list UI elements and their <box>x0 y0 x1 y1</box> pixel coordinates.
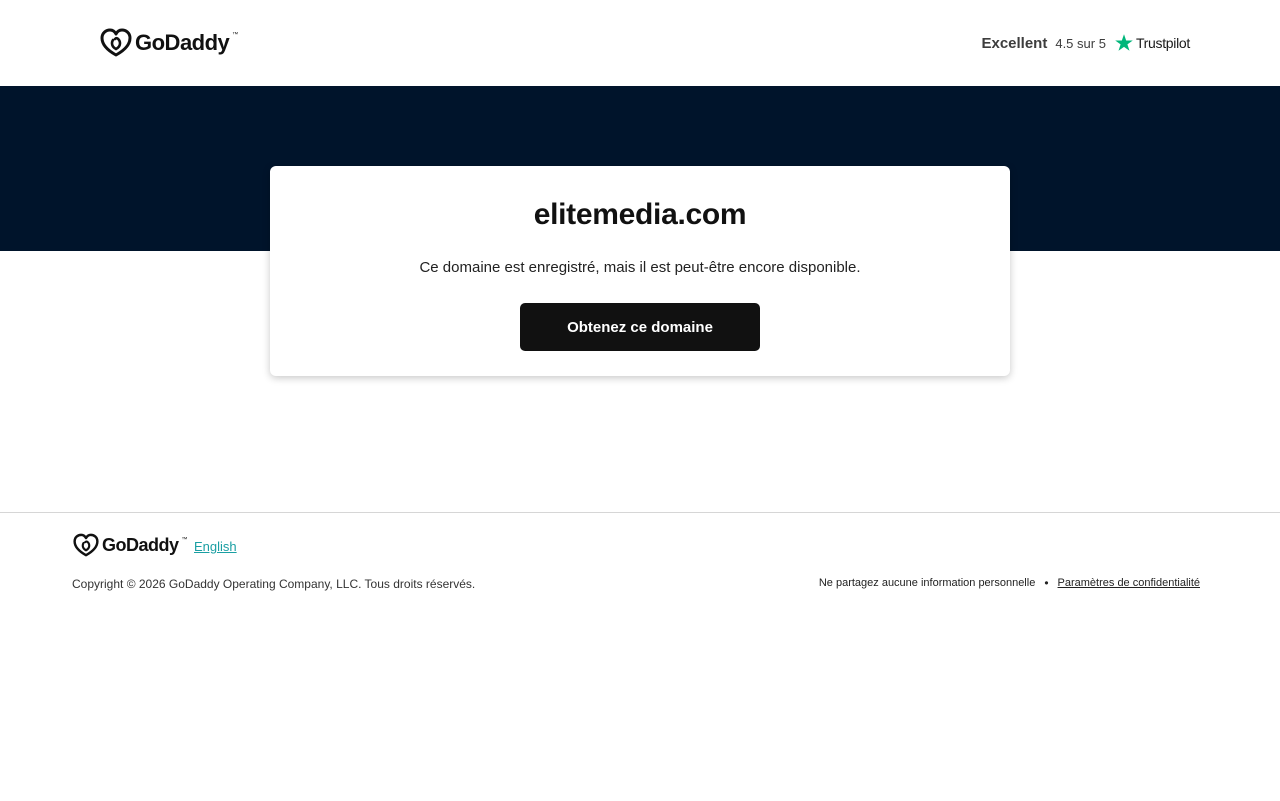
language-link[interactable]: English <box>194 539 237 554</box>
star-icon <box>1115 34 1133 51</box>
trustpilot-brand: Trustpilot <box>1135 35 1190 51</box>
domain-card: elitemedia.com Ce domaine est enregistré… <box>270 166 1010 376</box>
footer-links: Ne partagez aucune information personnel… <box>819 576 1200 590</box>
get-domain-button[interactable]: Obtenez ce domaine <box>520 303 760 351</box>
site-header: GoDaddy ™ Excellent 4.5 sur 5 Trustpilot <box>0 0 1280 86</box>
link-separator: • <box>1044 576 1049 590</box>
footer-logo-wordmark: GoDaddy <box>102 534 179 555</box>
trustpilot-rating[interactable]: Excellent 4.5 sur 5 Trustpilot <box>981 30 1190 56</box>
copyright-text: Copyright © 2026 GoDaddy Operating Compa… <box>72 577 476 591</box>
site-footer: GoDaddy ™ English Copyright © 2026 GoDad… <box>0 512 1280 801</box>
domain-status-message: Ce domaine est enregistré, mais il est p… <box>419 259 861 276</box>
godaddy-logo-icon <box>73 533 99 557</box>
trustpilot-rating-word: Excellent <box>981 34 1048 52</box>
privacy-settings-link[interactable]: Paramètres de confidentialité <box>1058 577 1200 589</box>
logo-wordmark: GoDaddy <box>135 29 230 55</box>
footer-logo-trademark: ™ <box>181 537 188 543</box>
trustpilot-score: 4.5 sur 5 <box>1055 35 1106 51</box>
domain-name: elitemedia.com <box>533 198 747 231</box>
do-not-share-link[interactable]: Ne partagez aucune information personnel… <box>819 577 1035 589</box>
godaddy-logo[interactable]: GoDaddy ™ <box>100 28 238 57</box>
logo-trademark: ™ <box>232 32 239 38</box>
godaddy-logo-icon <box>100 28 132 57</box>
footer-godaddy-logo[interactable]: GoDaddy ™ <box>73 533 188 557</box>
